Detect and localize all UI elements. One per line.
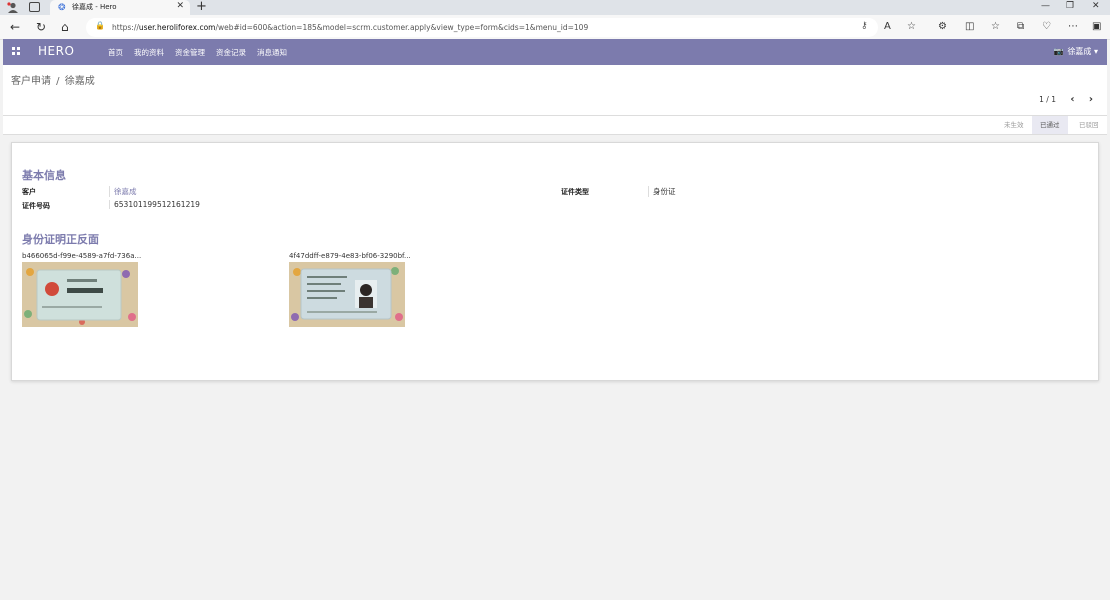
apps-menu-icon[interactable] bbox=[12, 47, 20, 55]
menu-item-my-profile[interactable]: 我的资料 bbox=[134, 47, 164, 58]
split-screen-icon[interactable]: ◫ bbox=[965, 21, 974, 32]
file-name-front[interactable]: b466065d-f99e-4589-a7fd-736a... bbox=[22, 252, 141, 260]
tab-actions-icon[interactable] bbox=[29, 2, 40, 12]
file-name-back[interactable]: 4f47ddff-e879-4e83-bf06-3290bf... bbox=[289, 252, 411, 260]
minimize-icon[interactable]: — bbox=[1041, 1, 1050, 11]
app-navbar: HERO 首页 我的资料 资金管理 资金记录 消息通知 📷 徐嘉成 ▾ bbox=[3, 39, 1107, 65]
camera-icon: 📷 bbox=[1053, 47, 1064, 56]
user-menu[interactable]: 📷 徐嘉成 ▾ bbox=[1053, 46, 1098, 57]
user-name: 徐嘉成 bbox=[1067, 47, 1092, 56]
breadcrumb-parent[interactable]: 客户申请 bbox=[11, 76, 51, 87]
status-bar: 未生效 已通过 已驳回 bbox=[3, 116, 1107, 135]
customer-label: 客户 bbox=[22, 188, 36, 196]
close-window-icon[interactable]: ✕ bbox=[1092, 1, 1100, 11]
refresh-icon[interactable]: ↻ bbox=[36, 20, 46, 34]
address-bar: ← ↻ ⌂ 🔒 https://user.heroliforex.com/web… bbox=[0, 15, 1110, 40]
pager-previous-icon[interactable]: ‹ bbox=[1070, 94, 1074, 105]
back-icon[interactable]: ← bbox=[10, 20, 20, 34]
hero-favicon-icon: ❂ bbox=[58, 3, 66, 13]
new-tab-icon[interactable]: + bbox=[196, 0, 207, 14]
stage-rejected[interactable]: 已驳回 bbox=[1071, 116, 1107, 134]
sidebar-icon[interactable]: ▣ bbox=[1092, 21, 1101, 32]
profile-icon[interactable] bbox=[7, 2, 19, 13]
url-text: https://user.heroliforex.com/web#id=600&… bbox=[112, 23, 589, 32]
menu-item-funds-records[interactable]: 资金记录 bbox=[216, 47, 246, 58]
browser-tab-bar: ❂ 徐嘉成 - Hero ✕ + — ❐ ✕ bbox=[0, 0, 1110, 15]
lock-icon[interactable]: 🔒 bbox=[95, 21, 105, 30]
section-title-id-documents: 身份证明正反面 bbox=[22, 233, 99, 246]
control-panel: 客户申请 / 徐嘉成 1 / 1 ‹ › bbox=[3, 65, 1107, 116]
pager-next-icon[interactable]: › bbox=[1089, 94, 1093, 105]
extensions-icon[interactable]: ⚙ bbox=[938, 21, 947, 32]
form-sheet: 基本信息 客户 徐嘉成 证件类型 身份证 证件号码 65310119951216… bbox=[11, 142, 1099, 381]
favorite-star-icon[interactable]: ☆ bbox=[907, 21, 916, 32]
breadcrumb: 客户申请 / 徐嘉成 bbox=[11, 76, 95, 87]
pager-value[interactable]: 1 / 1 bbox=[1039, 95, 1056, 104]
browser-tab[interactable]: ❂ 徐嘉成 - Hero ✕ bbox=[50, 0, 190, 15]
key-icon[interactable]: ⚷ bbox=[861, 21, 868, 31]
section-title-basic: 基本信息 bbox=[22, 169, 66, 182]
pager: 1 / 1 ‹ › bbox=[1039, 94, 1093, 105]
id-card-back-image[interactable] bbox=[289, 262, 405, 327]
menu-item-funds-management[interactable]: 资金管理 bbox=[175, 47, 205, 58]
brand-name[interactable]: HERO bbox=[38, 44, 74, 58]
browser-essentials-icon[interactable]: ♡ bbox=[1042, 21, 1051, 32]
customer-value[interactable]: 徐嘉成 bbox=[109, 186, 137, 197]
restore-icon[interactable]: ❐ bbox=[1066, 1, 1074, 11]
menu-item-home[interactable]: 首页 bbox=[108, 47, 123, 58]
id-card-front-image[interactable] bbox=[22, 262, 138, 327]
tab-close-icon[interactable]: ✕ bbox=[176, 1, 184, 11]
id-type-label: 证件类型 bbox=[561, 188, 589, 196]
id-number-label: 证件号码 bbox=[22, 202, 50, 210]
stage-not-effective[interactable]: 未生效 bbox=[996, 116, 1032, 134]
tab-title: 徐嘉成 - Hero bbox=[72, 3, 117, 11]
more-menu-icon[interactable]: ⋯ bbox=[1068, 21, 1078, 32]
caret-down-icon: ▾ bbox=[1093, 47, 1098, 56]
favorites-icon[interactable]: ☆ bbox=[991, 21, 1000, 32]
url-field[interactable]: 🔒 https://user.heroliforex.com/web#id=60… bbox=[86, 18, 878, 37]
breadcrumb-current: 徐嘉成 bbox=[64, 76, 95, 87]
stage-approved[interactable]: 已通过 bbox=[1032, 116, 1068, 134]
read-aloud-icon[interactable]: A bbox=[884, 21, 891, 32]
collections-icon[interactable]: ⧉ bbox=[1017, 21, 1024, 32]
top-menu: 首页 我的资料 资金管理 资金记录 消息通知 bbox=[108, 47, 298, 58]
id-number-value: 653101199512161219 bbox=[109, 200, 200, 209]
home-icon[interactable]: ⌂ bbox=[61, 20, 69, 34]
id-type-value: 身份证 bbox=[648, 186, 676, 197]
menu-item-notifications[interactable]: 消息通知 bbox=[257, 47, 287, 58]
